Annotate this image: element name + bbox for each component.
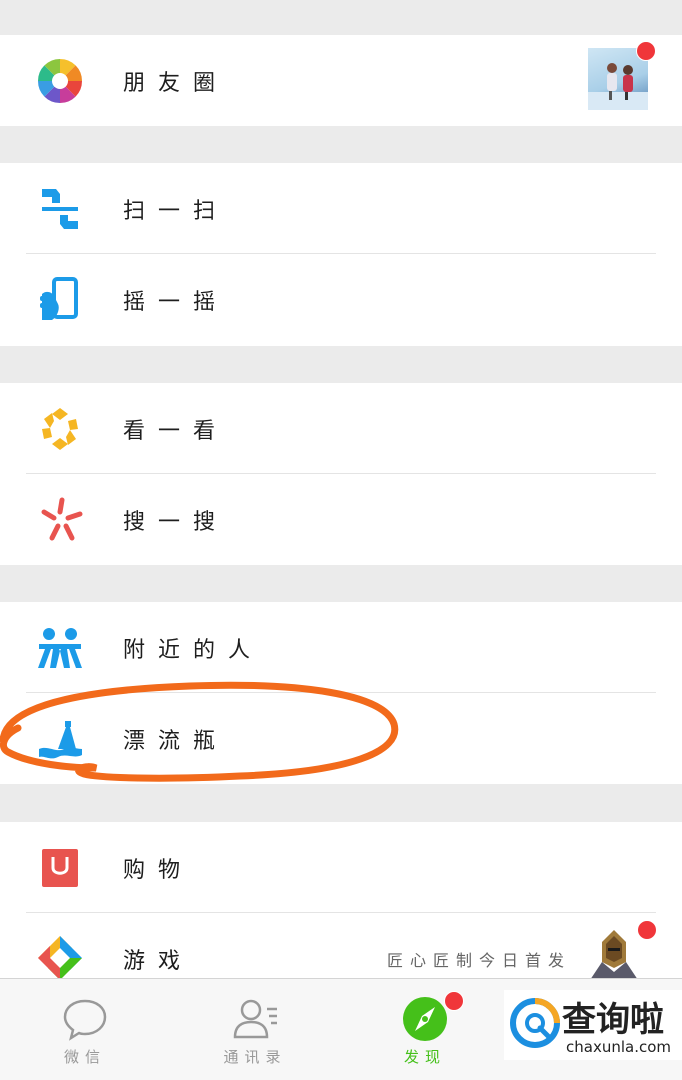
- group-look-search: 看一看 搜一搜: [0, 383, 682, 565]
- menu-item-scan[interactable]: 扫一扫: [0, 163, 682, 253]
- menu-item-games[interactable]: 游戏: [0, 913, 682, 979]
- shopping-bag-icon: [42, 849, 78, 887]
- menu-label-search: 搜一搜: [123, 510, 229, 535]
- tab-contacts[interactable]: 通讯录: [170, 979, 340, 1080]
- tab-label-discover: 发现: [403, 1048, 446, 1066]
- tab-label-chats: 微信: [63, 1048, 106, 1066]
- menu-label-nearby: 附近的人: [123, 638, 264, 663]
- brand-watermark: 查询啦 chaxunla.com: [504, 990, 682, 1060]
- chat-bubble-icon: [63, 999, 107, 1041]
- menu-item-shake[interactable]: 摇一摇: [0, 254, 682, 344]
- discover-tab-badge: [444, 991, 464, 1011]
- menu-item-look[interactable]: 看一看: [0, 383, 682, 473]
- shake-phone-icon: [40, 277, 78, 320]
- menu-label-moments: 朋友圈: [123, 71, 229, 96]
- brand-url: chaxunla.com: [566, 1038, 671, 1056]
- games-promo-text: 匠心匠制今日首发: [387, 951, 572, 970]
- menu-label-shake: 摇一摇: [123, 290, 229, 315]
- moments-aperture-icon: [37, 58, 83, 104]
- menu-label-scan: 扫一扫: [123, 199, 229, 224]
- group-scan-shake: 扫一扫 摇一摇: [0, 163, 682, 346]
- games-icon: [38, 936, 82, 979]
- highlight-annotation: [0, 681, 399, 782]
- menu-item-shopping[interactable]: 购物: [0, 822, 682, 912]
- discover-page: 朋友圈 扫一扫 摇一摇 看一看 搜一搜 附近的人 漂流瓶 购物 游戏 匠心匠制今…: [0, 0, 682, 1080]
- tab-chats[interactable]: 微信: [0, 979, 170, 1080]
- moments-new-badge: [636, 41, 656, 61]
- brand-title: 查询啦: [562, 1000, 664, 1040]
- scan-icon: [42, 189, 78, 229]
- search-star-icon: [41, 497, 83, 541]
- brand-logo-icon: [510, 998, 560, 1048]
- menu-label-look: 看一看: [123, 419, 229, 444]
- people-nearby-icon: [38, 628, 82, 668]
- compass-icon: [403, 997, 447, 1041]
- tab-discover[interactable]: 发现: [340, 979, 510, 1080]
- menu-label-shopping: 购物: [123, 858, 194, 883]
- tab-label-contacts: 通讯录: [223, 1048, 287, 1066]
- look-hexagon-icon: [42, 408, 78, 450]
- group-moments: 朋友圈: [0, 35, 682, 126]
- contacts-icon: [233, 999, 277, 1039]
- games-promo-hero-image: [590, 930, 638, 980]
- menu-item-moments[interactable]: 朋友圈: [0, 35, 682, 125]
- menu-label-games: 游戏: [123, 949, 194, 974]
- group-shopping-games: 购物 游戏: [0, 822, 682, 979]
- menu-item-search[interactable]: 搜一搜: [0, 474, 682, 564]
- games-new-badge: [637, 920, 657, 940]
